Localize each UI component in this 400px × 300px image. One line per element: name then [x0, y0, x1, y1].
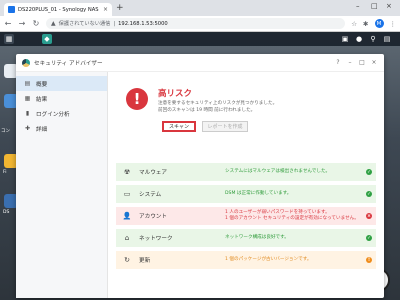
synology-favicon-icon	[8, 6, 15, 13]
category-label: アカウント	[139, 214, 167, 220]
security-advisor-taskbar-icon[interactable]: ◆	[42, 34, 52, 44]
browser-tab[interactable]: DS220PLUS_01 - Synology NAS ×	[4, 3, 112, 16]
desktop-label-file: Fi	[3, 170, 7, 175]
category-message-line: DSM は正常に作動しています。	[225, 191, 292, 196]
category-list: ☢ マルウェア システムにはマルウェアは検出されませんでした。 ✓ ▭ システム…	[116, 162, 376, 272]
bookmark-star-icon[interactable]: ☆	[351, 20, 357, 28]
user-icon[interactable]: ●	[354, 34, 364, 44]
main-menu-icon[interactable]: ▦	[4, 34, 14, 44]
extensions-icon[interactable]: ✱	[363, 20, 368, 28]
tab-close-icon[interactable]: ×	[103, 6, 108, 13]
search-icon[interactable]: ⚲	[368, 34, 378, 44]
url-text: 192.168.1.53:5000	[118, 20, 168, 27]
category-row-network[interactable]: ⌂ ネットワーク ネットワーク構成は良好です。 ✓	[116, 228, 376, 247]
security-advisor-window: セキュリティ アドバイザー ? – □ × ▤ 概要 ▦ 結果 ▮ ログイン分析…	[16, 54, 384, 298]
sidebar-item-label: ログイン分析	[36, 111, 70, 118]
scan-button[interactable]: スキャン	[162, 121, 196, 132]
category-label: ネットワーク	[139, 236, 173, 242]
notification-icon[interactable]: ▣	[340, 34, 350, 44]
high-risk-alert-icon: !	[126, 88, 148, 110]
desktop-label-control: コン	[1, 129, 10, 134]
category-message: システムにはマルウェアは検出されませんでした。	[225, 169, 362, 175]
security-advisor-logo-icon	[22, 58, 30, 67]
profile-avatar[interactable]: M	[374, 19, 384, 28]
sidebar: ▤ 概要 ▦ 結果 ▮ ログイン分析 ✚ 詳細	[16, 72, 108, 298]
browser-tab-bar: DS220PLUS_01 - Synology NAS × + – □ ×	[0, 0, 400, 16]
last-scan-text: 前回のスキャンは 19 時間 前に行われました。	[158, 108, 256, 113]
widgets-icon[interactable]: ▤	[382, 34, 392, 44]
sidebar-item-label: 結果	[36, 96, 48, 103]
new-tab-button[interactable]: +	[116, 3, 124, 13]
back-icon[interactable]: ←	[4, 19, 12, 28]
close-window-button[interactable]: ×	[386, 2, 392, 10]
risk-level-title: 高リスク	[158, 89, 193, 99]
reload-icon[interactable]: ↻	[32, 19, 40, 28]
category-message: 1 個のパッケージが古いバージョンです。	[225, 257, 362, 263]
ok-status-icon: ✓	[366, 191, 372, 197]
category-message-line: ネットワーク構成は良好です。	[225, 235, 289, 240]
results-icon: ▦	[24, 95, 31, 102]
category-message: 1 人のユーザーが弱いパスワードを持っています。 1 個のアカウント セキュリテ…	[225, 210, 362, 222]
category-message: DSM は正常に作動しています。	[225, 191, 362, 197]
menu-dots-icon[interactable]: ⋮	[390, 20, 397, 28]
address-bar[interactable]: ▲ 保護されていない通信 | 192.168.1.53:5000	[46, 18, 346, 29]
category-message-line: システムにはマルウェアは検出されませんでした。	[225, 169, 331, 174]
forward-icon[interactable]: →	[18, 19, 26, 28]
malware-icon: ☢	[123, 168, 131, 176]
network-icon: ⌂	[124, 234, 130, 242]
ok-status-icon: ✓	[366, 235, 372, 241]
warning-status-icon: !	[366, 257, 372, 263]
insecure-warning-icon[interactable]: ▲	[51, 20, 56, 27]
window-titlebar[interactable]: セキュリティ アドバイザー ? – □ ×	[16, 54, 384, 72]
help-button[interactable]: ?	[334, 59, 342, 66]
minimize-button[interactable]: –	[356, 2, 360, 10]
window-title: セキュリティ アドバイザー	[34, 60, 103, 67]
window-close-button[interactable]: ×	[370, 59, 378, 66]
category-row-account[interactable]: 👤 アカウント 1 人のユーザーが弱いパスワードを持っています。 1 個のアカウ…	[116, 206, 376, 225]
risk-description: 注意を要するセキュリティ上のリスクが見つかりました。 前回のスキャンは 19 時…	[158, 100, 277, 114]
sidebar-item-results[interactable]: ▦ 結果	[16, 91, 107, 106]
overview-icon: ▤	[24, 80, 31, 87]
category-row-system[interactable]: ▭ システム DSM は正常に作動しています。 ✓	[116, 184, 376, 203]
account-icon: 👤	[122, 212, 132, 220]
window-minimize-button[interactable]: –	[346, 59, 354, 66]
ok-status-icon: ✓	[366, 169, 372, 175]
category-row-malware[interactable]: ☢ マルウェア システムにはマルウェアは検出されませんでした。 ✓	[116, 162, 376, 181]
sidebar-item-label: 詳細	[36, 126, 48, 133]
window-maximize-button[interactable]: □	[358, 59, 366, 66]
category-message-line: 1 個のパッケージが古いバージョンです。	[225, 257, 312, 262]
sidebar-item-login-analysis[interactable]: ▮ ログイン分析	[16, 106, 107, 121]
category-label: システム	[139, 192, 162, 198]
login-analysis-icon: ▮	[25, 110, 30, 117]
category-label: マルウェア	[139, 170, 167, 176]
update-icon: ↻	[124, 256, 130, 264]
category-row-update[interactable]: ↻ 更新 1 個のパッケージが古いバージョンです。 !	[116, 250, 376, 269]
risk-summary: ! 高リスク 注意を要するセキュリティ上のリスクが見つかりました。 前回のスキャ…	[116, 78, 376, 138]
category-message: ネットワーク構成は良好です。	[225, 235, 362, 241]
address-toolbar: ← → ↻ ▲ 保護されていない通信 | 192.168.1.53:5000 ☆…	[0, 16, 400, 32]
risk-description-line: 注意を要するセキュリティ上のリスクが見つかりました。	[158, 101, 278, 106]
desktop-label-ds: DS	[3, 210, 10, 215]
sidebar-item-overview[interactable]: ▤ 概要	[16, 76, 107, 91]
maximize-button[interactable]: □	[371, 2, 378, 10]
error-status-icon: ×	[366, 213, 372, 219]
create-report-button[interactable]: レポートを作成	[202, 121, 248, 132]
tab-title: DS220PLUS_01 - Synology NAS	[18, 6, 99, 13]
dsm-taskbar: ▦ ◆ ▣ ● ⚲ ▤	[0, 32, 400, 46]
sidebar-item-label: 概要	[36, 81, 48, 88]
category-label: 更新	[139, 258, 151, 264]
overview-panel: ! 高リスク 注意を要するセキュリティ上のリスクが見つかりました。 前回のスキャ…	[108, 72, 384, 298]
sidebar-item-advanced[interactable]: ✚ 詳細	[16, 121, 107, 136]
category-message-line: 1 個のアカウント セキュリティの設定が有効になっていません。	[225, 216, 359, 221]
system-icon: ▭	[123, 190, 131, 198]
security-warning-text: 保護されていない通信	[58, 21, 111, 27]
advanced-icon: ✚	[24, 125, 31, 132]
